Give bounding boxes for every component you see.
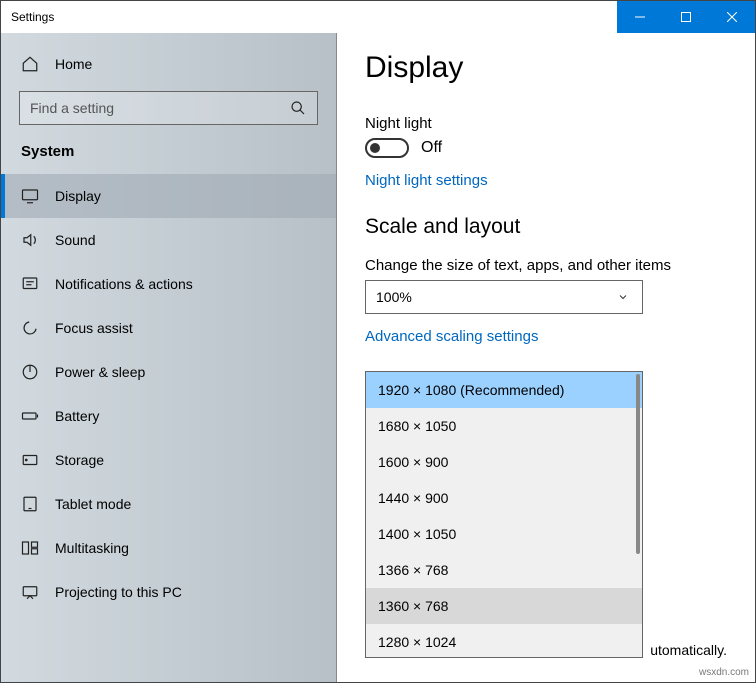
- sidebar-item-sound[interactable]: Sound: [1, 218, 336, 262]
- content-pane: Display Night light Off Night light sett…: [337, 33, 755, 682]
- orientation-text-fragment: utomatically.: [650, 642, 727, 658]
- minimize-button[interactable]: [617, 1, 663, 33]
- scale-label: Change the size of text, apps, and other…: [365, 257, 727, 274]
- resolution-option[interactable]: 1440 × 900: [366, 480, 642, 516]
- dropdown-scrollbar[interactable]: [636, 374, 640, 655]
- search-icon: [289, 99, 307, 117]
- maximize-button[interactable]: [663, 1, 709, 33]
- home-label: Home: [55, 56, 92, 72]
- tablet-icon: [21, 495, 39, 513]
- resolution-option[interactable]: 1600 × 900: [366, 444, 642, 480]
- scale-value: 100%: [376, 289, 412, 305]
- sidebar-item-display[interactable]: Display: [1, 174, 336, 218]
- sidebar-item-focus-assist[interactable]: Focus assist: [1, 306, 336, 350]
- home-button[interactable]: Home: [1, 45, 336, 83]
- search-input[interactable]: [30, 100, 289, 116]
- focus-assist-icon: [21, 319, 39, 337]
- sound-icon: [21, 231, 39, 249]
- sidebar-item-storage[interactable]: Storage: [1, 438, 336, 482]
- sidebar-item-notifications-actions[interactable]: Notifications & actions: [1, 262, 336, 306]
- titlebar: Settings: [1, 1, 755, 33]
- sidebar-item-label: Tablet mode: [55, 496, 131, 512]
- resolution-option[interactable]: 1360 × 768: [366, 588, 642, 624]
- sidebar-item-label: Projecting to this PC: [55, 584, 182, 600]
- resolution-option[interactable]: 1680 × 1050: [366, 408, 642, 444]
- battery-icon: [21, 407, 39, 425]
- sidebar-item-power-sleep[interactable]: Power & sleep: [1, 350, 336, 394]
- watermark: wsxdn.com: [699, 667, 749, 678]
- sidebar-item-label: Notifications & actions: [55, 276, 193, 292]
- multitasking-icon: [21, 539, 39, 557]
- scale-select[interactable]: 100%: [365, 280, 643, 314]
- resolution-option[interactable]: 1400 × 1050: [366, 516, 642, 552]
- night-light-state: Off: [421, 139, 442, 157]
- sidebar-item-battery[interactable]: Battery: [1, 394, 336, 438]
- night-light-settings-link[interactable]: Night light settings: [365, 172, 727, 189]
- close-button[interactable]: [709, 1, 755, 33]
- sidebar-item-label: Sound: [55, 232, 95, 248]
- sidebar-item-label: Focus assist: [55, 320, 133, 336]
- power-icon: [21, 363, 39, 381]
- resolution-dropdown[interactable]: 1920 × 1080 (Recommended)1680 × 10501600…: [365, 371, 643, 658]
- window-title: Settings: [11, 10, 54, 24]
- sidebar-item-label: Power & sleep: [55, 364, 145, 380]
- chevron-down-icon: [614, 288, 632, 306]
- sidebar-item-label: Storage: [55, 452, 104, 468]
- display-icon: [21, 187, 39, 205]
- page-title: Display: [365, 51, 727, 85]
- resolution-option[interactable]: 1920 × 1080 (Recommended): [366, 372, 642, 408]
- sidebar-item-label: Display: [55, 188, 101, 204]
- advanced-scaling-link[interactable]: Advanced scaling settings: [365, 328, 727, 345]
- sidebar-item-label: Multitasking: [55, 540, 129, 556]
- resolution-option[interactable]: 1280 × 1024: [366, 624, 642, 657]
- scale-heading: Scale and layout: [365, 215, 727, 239]
- storage-icon: [21, 451, 39, 469]
- projecting-icon: [21, 583, 39, 601]
- sidebar: Home System Display Sound Notifications & …: [1, 33, 337, 682]
- resolution-option[interactable]: 1366 × 768: [366, 552, 642, 588]
- settings-window: Settings Home System: [0, 0, 756, 683]
- night-light-toggle[interactable]: [365, 138, 409, 158]
- sidebar-item-multitasking[interactable]: Multitasking: [1, 526, 336, 570]
- sidebar-item-label: Battery: [55, 408, 99, 424]
- sidebar-item-projecting-to-this-pc[interactable]: Projecting to this PC: [1, 570, 336, 614]
- notifications-icon: [21, 275, 39, 293]
- search-box[interactable]: [19, 91, 318, 125]
- section-title: System: [1, 139, 336, 174]
- night-light-label: Night light: [365, 115, 727, 132]
- home-icon: [21, 55, 39, 73]
- sidebar-item-tablet-mode[interactable]: Tablet mode: [1, 482, 336, 526]
